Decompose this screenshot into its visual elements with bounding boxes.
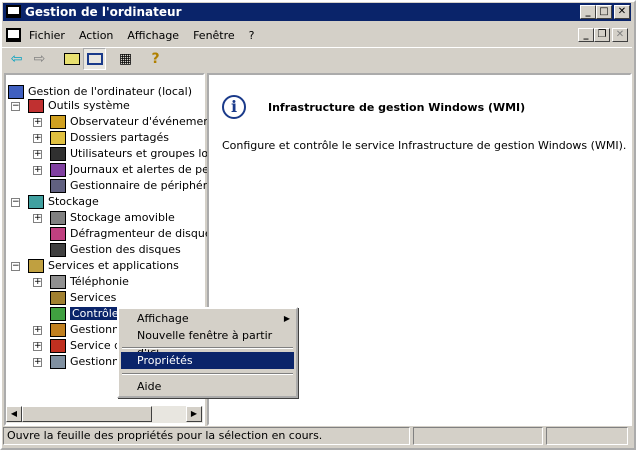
help-icon[interactable]: ? — [144, 48, 167, 70]
detail-title: Infrastructure de gestion Windows (WMI) — [268, 101, 526, 114]
maximize-button[interactable]: □ — [596, 5, 612, 19]
up-folder-icon[interactable] — [60, 48, 83, 70]
menu-affichage[interactable]: Affichage — [120, 26, 186, 46]
tree-item[interactable]: + Dossiers partagés — [33, 130, 170, 146]
shared-folder-icon — [50, 131, 66, 145]
removable-storage-icon — [50, 211, 66, 225]
tree-item-label: Services — [70, 291, 117, 304]
tools-icon — [28, 99, 44, 113]
storage-icon — [28, 195, 44, 209]
expand-icon[interactable]: + — [33, 214, 42, 223]
server-manager-icon — [50, 355, 66, 369]
tree-item-label: Gestion de l'ordinateur (local) — [28, 85, 193, 98]
tree-item[interactable]: − Stockage — [11, 194, 99, 210]
context-item-affichage[interactable]: Affichage ▶ — [121, 310, 294, 327]
mdi-computer-icon[interactable] — [6, 28, 21, 42]
expand-icon[interactable]: + — [33, 278, 42, 287]
event-viewer-icon — [50, 115, 66, 129]
tree-item[interactable]: + Observateur d'événements — [33, 114, 221, 130]
tree-item-label: Journaux et alertes de perfo — [70, 163, 225, 176]
performance-logs-icon — [50, 163, 66, 177]
context-item-properties[interactable]: Propriétés — [121, 352, 294, 369]
services-icon — [50, 291, 66, 305]
tree-item-label: Utilisateurs et groupes locau — [70, 147, 228, 160]
mdi-minimize-button[interactable]: _ — [578, 28, 594, 42]
horizontal-scrollbar[interactable]: ◀ ▶ — [6, 406, 203, 423]
tree-item-label: Défragmenteur de disque — [70, 227, 212, 240]
tree-item[interactable]: + Utilisateurs et groupes locau — [33, 146, 228, 162]
tree-item-label: Dossiers partagés — [70, 131, 170, 144]
show-hide-tree-icon[interactable] — [83, 48, 106, 70]
back-arrow-icon[interactable]: ⇦ — [5, 48, 28, 70]
tree-item[interactable]: Gestion des disques — [50, 242, 181, 258]
window-title: Gestion de l'ordinateur — [25, 5, 182, 19]
submenu-arrow-icon: ▶ — [283, 314, 290, 323]
tree-item[interactable]: Services — [50, 290, 116, 306]
tree-item-label: Services et applications — [48, 259, 179, 272]
collapse-icon[interactable]: − — [11, 102, 20, 111]
defrag-icon — [50, 227, 66, 241]
tree-item-label: Observateur d'événements — [70, 115, 221, 128]
scroll-left-button[interactable]: ◀ — [6, 406, 22, 422]
detail-description: Configure et contrôle le service Infrast… — [222, 139, 627, 152]
mdi-restore-button[interactable]: ❐ — [594, 28, 610, 42]
close-button[interactable]: ✕ — [614, 5, 630, 19]
expand-icon[interactable]: + — [33, 134, 42, 143]
status-panel — [546, 427, 628, 445]
scroll-right-button[interactable]: ▶ — [186, 406, 202, 422]
tree-item[interactable]: + Stockage amovible — [33, 210, 175, 226]
expand-icon[interactable]: + — [33, 166, 42, 175]
expand-icon[interactable]: + — [33, 342, 42, 351]
context-menu: Affichage ▶ Nouvelle fenêtre à partir d'i… — [117, 307, 298, 398]
menu-bar: Fichier Action Affichage Fenêtre? — [22, 26, 262, 46]
users-icon — [50, 147, 66, 161]
menu-action[interactable]: Action — [72, 26, 120, 46]
tree-item[interactable]: − Services et applications — [11, 258, 179, 274]
computer-icon — [8, 85, 24, 99]
context-item-help[interactable]: Aide — [121, 378, 294, 395]
info-icon: i — [222, 95, 246, 119]
context-item-new-window[interactable]: Nouvelle fenêtre à partir d'ici — [121, 327, 294, 359]
tree-item-label: Téléphonie — [70, 275, 129, 288]
properties-icon[interactable]: ▦ — [114, 48, 137, 70]
tree-item[interactable]: + Téléphonie — [33, 274, 129, 290]
tree-item[interactable]: + Service d'i — [33, 338, 127, 354]
menu-fenetre[interactable]: Fenêtre — [186, 26, 242, 46]
forward-arrow-icon[interactable]: ⇨ — [28, 48, 51, 70]
tree-item[interactable]: Gestionnaire de périphérique — [50, 178, 231, 194]
expand-icon[interactable]: + — [33, 118, 42, 127]
device-manager-icon — [50, 179, 66, 193]
disk-management-icon — [50, 243, 66, 257]
status-panel — [413, 427, 543, 445]
tree-item-label: Stockage — [48, 195, 99, 208]
wmi-icon — [50, 307, 66, 321]
scroll-thumb[interactable] — [22, 406, 152, 422]
collapse-icon[interactable]: − — [11, 262, 20, 271]
collapse-icon[interactable]: − — [11, 198, 20, 207]
title-bar[interactable]: Gestion de l'ordinateur — [3, 3, 631, 21]
menu-fichier[interactable]: Fichier — [22, 26, 72, 46]
tree-item-label: Stockage amovible — [70, 211, 175, 224]
tree-item-label: Gestion des disques — [70, 243, 181, 256]
menu-help[interactable]: ? — [242, 26, 262, 46]
tree-item[interactable]: Défragmenteur de disque — [50, 226, 212, 242]
services-apps-icon — [28, 259, 44, 273]
tree-item[interactable]: − Outils système — [11, 98, 130, 114]
tree-item[interactable]: + Journaux et alertes de perfo — [33, 162, 225, 178]
expand-icon[interactable]: + — [33, 326, 42, 335]
menu-separator — [122, 373, 293, 375]
status-text: Ouvre la feuille des propriétés pour la … — [3, 427, 410, 445]
tree-item-label: Outils système — [48, 99, 130, 112]
menu-item-label: Affichage — [137, 312, 189, 325]
manager-icon — [50, 323, 66, 337]
expand-icon[interactable]: + — [33, 358, 42, 367]
indexing-icon — [50, 339, 66, 353]
expand-icon[interactable]: + — [33, 150, 42, 159]
menu-separator — [122, 347, 293, 349]
mdi-close-button[interactable]: ✕ — [612, 28, 628, 42]
telephony-icon — [50, 275, 66, 289]
computer-icon — [6, 5, 21, 18]
minimize-button[interactable]: _ — [580, 5, 596, 19]
